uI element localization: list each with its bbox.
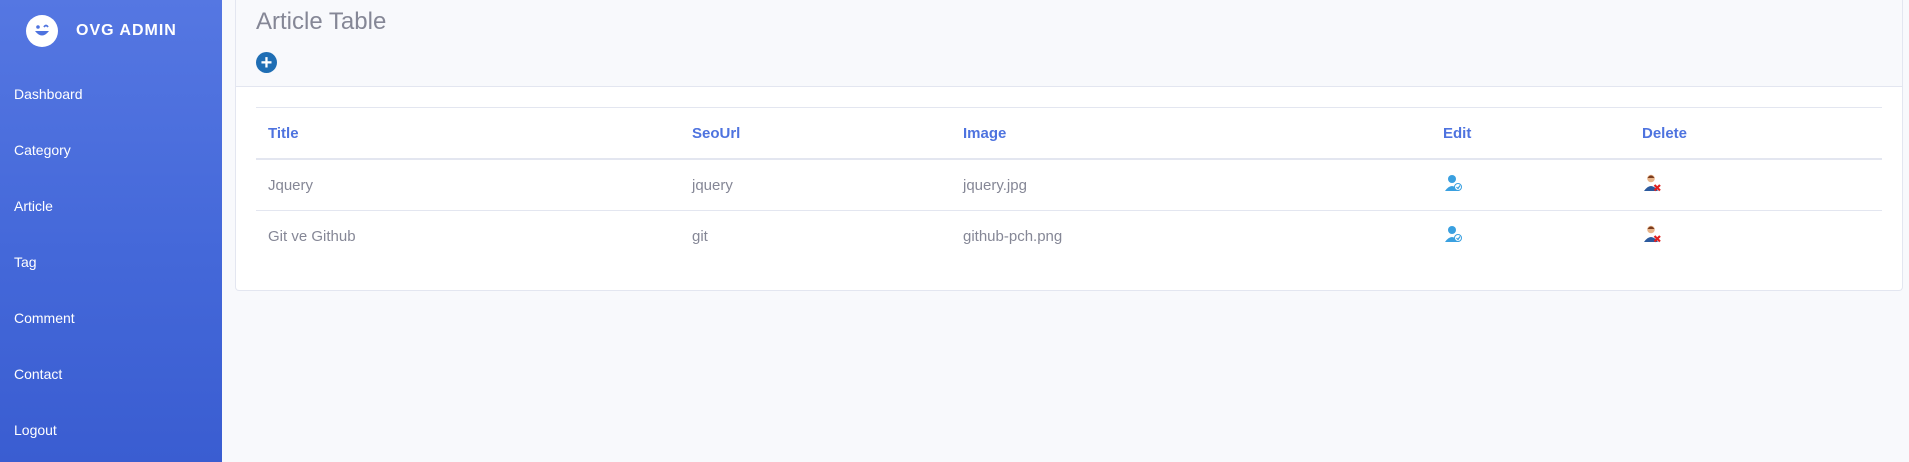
cell-edit: [1431, 159, 1630, 211]
sidebar-item-tag[interactable]: Tag: [0, 234, 222, 290]
user-edit-icon[interactable]: [1443, 224, 1463, 244]
column-header-title[interactable]: Title: [256, 107, 680, 160]
column-header-delete[interactable]: Delete: [1630, 107, 1882, 160]
table-row: Git ve Github git github-pch.png: [256, 211, 1882, 262]
user-delete-icon[interactable]: [1642, 173, 1662, 193]
plus-circle-icon: +: [260, 51, 273, 74]
sidebar-item-logout[interactable]: Logout: [0, 402, 222, 458]
laugh-wink-icon: [26, 15, 58, 47]
user-delete-icon[interactable]: [1642, 224, 1662, 244]
cell-image: jquery.jpg: [951, 159, 1431, 211]
add-article-button[interactable]: +: [256, 52, 277, 73]
cell-edit: [1431, 211, 1630, 262]
brand-name: OVG ADMIN: [76, 22, 177, 39]
sidebar-nav: Dashboard Category Article Tag Comment C…: [0, 66, 222, 458]
cell-seourl: git: [692, 227, 708, 245]
cell-title: Git ve Github: [268, 227, 356, 245]
article-card: Article Table + Title SeoUrl Image Edit …: [235, 0, 1903, 291]
main-content: Article Table + Title SeoUrl Image Edit …: [222, 0, 1909, 291]
column-header-image[interactable]: Image: [951, 107, 1431, 160]
column-header-edit[interactable]: Edit: [1431, 107, 1630, 160]
cell-seourl: jquery: [680, 159, 951, 211]
user-edit-icon[interactable]: [1443, 173, 1463, 193]
table-row: Jquery jquery jquery.jpg: [256, 159, 1882, 211]
sidebar-item-contact[interactable]: Contact: [0, 346, 222, 402]
sidebar: OVG ADMIN Dashboard Category Article Tag…: [0, 0, 222, 462]
cell-delete: [1630, 211, 1882, 262]
sidebar-item-category[interactable]: Category: [0, 122, 222, 178]
cell-image: github-pch.png: [963, 227, 1063, 245]
sidebar-item-comment[interactable]: Comment: [0, 290, 222, 346]
card-header: Article Table +: [236, 0, 1902, 87]
cell-delete: [1630, 159, 1882, 211]
page-title: Article Table: [256, 8, 387, 35]
table-header-row: Title SeoUrl Image Edit Delete: [256, 107, 1882, 160]
column-header-seourl[interactable]: SeoUrl: [680, 107, 951, 160]
cell-title: Jquery: [256, 159, 680, 211]
brand[interactable]: OVG ADMIN: [0, 0, 222, 62]
sidebar-item-article[interactable]: Article: [0, 178, 222, 234]
sidebar-item-dashboard[interactable]: Dashboard: [0, 66, 222, 122]
article-table: Title SeoUrl Image Edit Delete Jquery jq…: [256, 107, 1882, 261]
